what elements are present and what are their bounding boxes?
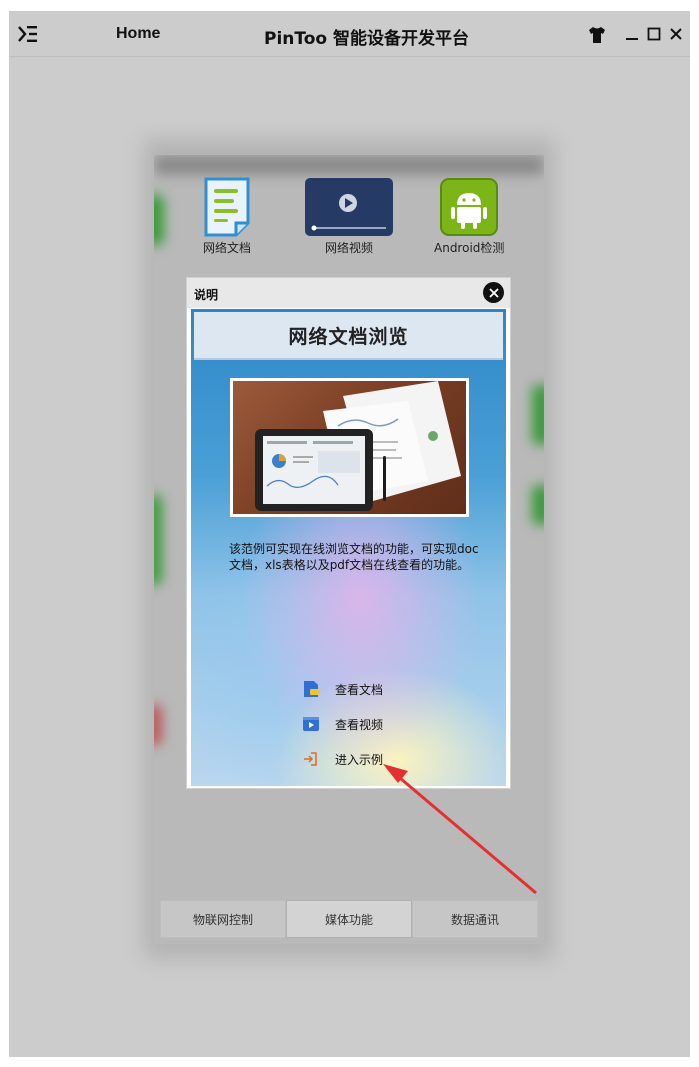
- link-label: 查看文档: [335, 682, 384, 697]
- app-label: 网络文档: [202, 241, 251, 255]
- dialog-description: 该范例可实现在线浏览文档的功能，可实现doc文档，xls表格以及pdf文档在线查…: [229, 542, 479, 572]
- close-icon: [488, 287, 499, 298]
- dialog-title: 说明: [194, 288, 219, 302]
- document-icon: [204, 177, 250, 237]
- app-android-check[interactable]: Android检测: [434, 177, 504, 256]
- blur-streak: [532, 485, 544, 525]
- blur-streak: [154, 155, 544, 175]
- blur-streak: [154, 495, 162, 585]
- bottom-tab-bar: 物联网控制 媒体功能 数据通讯: [160, 900, 538, 938]
- app-label: 网络视频: [324, 241, 373, 255]
- minimize-icon[interactable]: [623, 25, 641, 43]
- blur-streak: [532, 385, 544, 445]
- title-bar: Home PinToo 智能设备开发平台: [9, 11, 690, 57]
- enter-example-link[interactable]: 进入示例: [301, 749, 383, 769]
- maximize-icon[interactable]: [645, 25, 663, 43]
- view-document-link[interactable]: 查看文档: [301, 679, 383, 699]
- document-link-icon: [304, 681, 319, 697]
- enter-icon: [304, 752, 317, 766]
- close-icon[interactable]: [667, 25, 685, 43]
- app-icon-row: 网络文档 网络视频 Android检测: [154, 177, 544, 257]
- view-video-link[interactable]: 查看视频: [301, 714, 383, 734]
- blur-streak: [154, 705, 162, 745]
- app-window: Home PinToo 智能设备开发平台 网络文档 网络视频 Android检测…: [9, 11, 690, 1057]
- app-network-video[interactable]: 网络视频: [304, 177, 394, 256]
- app-network-document[interactable]: 网络文档: [198, 177, 256, 256]
- android-icon: [440, 178, 499, 236]
- app-title: PinToo 智能设备开发平台: [264, 29, 470, 49]
- skin-icon[interactable]: [587, 25, 607, 45]
- preview-image: [230, 378, 469, 517]
- info-dialog: 说明 网络文档浏览 该范例可实现在线浏览文档的功能，可实现doc文档，xls表格…: [186, 277, 511, 789]
- tablet-documents-photo: [255, 381, 461, 511]
- dialog-body: 网络文档浏览 该范例可实现在线浏览文档的功能，可实现doc文档，xls表格以及p…: [191, 309, 506, 786]
- link-label: 查看视频: [335, 717, 384, 732]
- tab-media[interactable]: 媒体功能: [286, 900, 412, 938]
- menu-icon[interactable]: [17, 23, 39, 45]
- dialog-close-button[interactable]: [483, 282, 504, 303]
- dialog-header: 说明: [187, 278, 510, 308]
- video-icon: [305, 178, 393, 236]
- dialog-banner: 网络文档浏览: [194, 312, 503, 360]
- link-label: 进入示例: [335, 752, 384, 767]
- tab-data-comm[interactable]: 数据通讯: [412, 900, 538, 938]
- home-tab[interactable]: Home: [116, 25, 160, 43]
- video-link-icon: [303, 717, 319, 731]
- tab-iot-control[interactable]: 物联网控制: [160, 900, 286, 938]
- banner-title: 网络文档浏览: [288, 325, 409, 348]
- app-label: Android检测: [434, 241, 505, 255]
